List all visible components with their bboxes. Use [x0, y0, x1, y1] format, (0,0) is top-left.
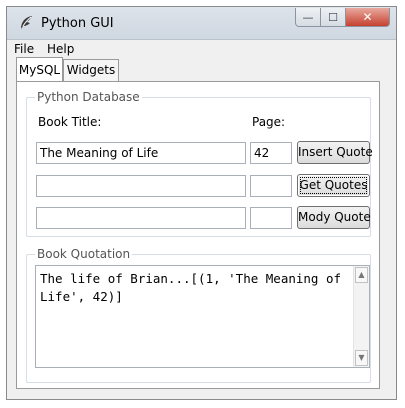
minimize-button[interactable]: —: [295, 8, 321, 27]
minimize-icon: —: [302, 10, 314, 24]
maximize-button[interactable]: ☐: [321, 8, 346, 27]
get-quotes-button[interactable]: Get Quotes: [297, 174, 370, 197]
scroll-down-icon[interactable]: ▼: [355, 350, 368, 366]
page-input-3[interactable]: [250, 207, 292, 229]
book-title-input-2[interactable]: [36, 175, 246, 197]
quotation-text-area[interactable]: The life of Brian...[(1, 'The Meaning of…: [35, 265, 370, 368]
insert-quote-button[interactable]: Insert Quote: [297, 141, 373, 164]
mody-quote-button[interactable]: Mody Quote: [297, 206, 371, 229]
title-bar[interactable]: Python GUI — ☐ ✕: [7, 7, 396, 40]
caption-buttons: — ☐ ✕: [295, 8, 390, 28]
book-title-input-1[interactable]: The Meaning of Life: [36, 142, 246, 164]
page-label: Page:: [252, 115, 286, 129]
menu-file[interactable]: File: [14, 42, 34, 56]
book-quotation-title: Book Quotation: [35, 247, 133, 261]
maximize-icon: ☐: [328, 10, 338, 24]
quotation-text: The life of Brian...[(1, 'The Meaning of…: [40, 271, 349, 304]
page-input-1[interactable]: 42: [250, 142, 292, 164]
close-button[interactable]: ✕: [346, 8, 390, 27]
scroll-up-icon[interactable]: ▲: [355, 267, 368, 283]
vertical-scrollbar[interactable]: ▲ ▼: [353, 266, 369, 367]
tab-mysql[interactable]: MySQL: [16, 57, 63, 81]
book-title-input-3[interactable]: [36, 207, 246, 229]
menu-help[interactable]: Help: [47, 42, 74, 56]
page-input-2[interactable]: [250, 175, 292, 197]
python-database-group: Python Database Book Title: Page: The Me…: [26, 90, 373, 237]
python-database-title: Python Database: [35, 90, 142, 104]
book-quotation-group: Book Quotation The life of Brian...[(1, …: [26, 247, 371, 383]
tab-widgets[interactable]: Widgets: [63, 59, 119, 81]
close-icon: ✕: [362, 10, 373, 24]
book-title-label: Book Title:: [38, 115, 102, 129]
python-feather-icon: [21, 16, 32, 29]
menu-bar: File Help: [7, 40, 396, 59]
window-title: Python GUI: [41, 16, 114, 31]
mysql-tab-panel: Python Database Book Title: Page: The Me…: [16, 81, 380, 389]
